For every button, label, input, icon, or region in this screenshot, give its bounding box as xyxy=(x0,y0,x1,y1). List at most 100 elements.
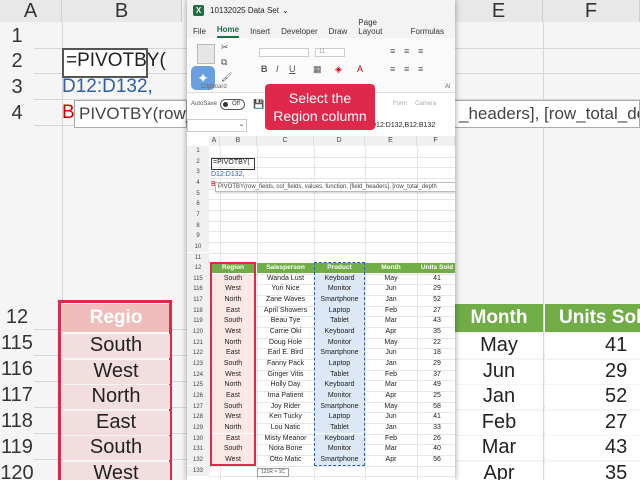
row-header[interactable]: 121 xyxy=(187,337,209,349)
product-cell[interactable]: Tablet xyxy=(314,369,365,381)
bold-icon[interactable]: B xyxy=(261,64,268,74)
table-header-cell[interactable]: Salesperson xyxy=(257,263,314,274)
product-cell[interactable]: Laptop xyxy=(314,412,365,423)
salesperson-cell[interactable]: Ima Patient xyxy=(257,391,314,402)
month-cell[interactable]: Jun xyxy=(365,284,417,295)
tab-formulas[interactable]: Formulas xyxy=(411,27,444,38)
align-right-icon[interactable]: ≡ xyxy=(418,64,423,74)
product-cell[interactable]: Smartphone xyxy=(314,295,365,306)
units-cell[interactable]: 33 xyxy=(417,423,455,434)
month-cell[interactable]: Feb xyxy=(365,434,417,445)
row-header[interactable]: 127 xyxy=(187,401,209,413)
month-cell[interactable]: Jan xyxy=(365,423,417,434)
font-name-box[interactable] xyxy=(259,48,309,57)
camera-button[interactable]: Camera xyxy=(415,101,436,107)
salesperson-cell[interactable]: Otto Matic xyxy=(257,455,314,466)
region-cell[interactable]: North xyxy=(211,422,255,434)
row-header[interactable]: 5 xyxy=(187,188,209,200)
month-cell[interactable]: Apr xyxy=(365,327,417,338)
format-painter-icon[interactable]: 🖌 xyxy=(221,72,232,83)
salesperson-cell[interactable]: Yuri Nice xyxy=(257,284,314,295)
month-cell[interactable]: Mar xyxy=(365,380,417,391)
region-cell[interactable]: East xyxy=(211,433,255,445)
month-cell[interactable]: Apr xyxy=(365,455,417,466)
underline-icon[interactable]: U xyxy=(289,64,296,74)
row-header[interactable]: 1 xyxy=(187,146,209,157)
salesperson-cell[interactable]: Holly Day xyxy=(257,380,314,391)
borders-icon[interactable]: ▦ xyxy=(313,64,322,75)
row-header[interactable]: 7 xyxy=(187,209,209,221)
product-cell[interactable]: Keyboard xyxy=(314,433,365,445)
align-middle-icon[interactable]: ≡ xyxy=(404,46,409,56)
salesperson-cell[interactable]: Zane Waves xyxy=(257,295,314,306)
italic-icon[interactable]: I xyxy=(276,64,279,74)
region-cell[interactable]: East xyxy=(211,305,255,317)
salesperson-cell[interactable]: Lou Natic xyxy=(257,423,314,434)
font-color-icon[interactable]: A xyxy=(357,64,363,74)
row-header[interactable]: 2 xyxy=(187,156,209,168)
column-header[interactable]: C xyxy=(257,136,314,146)
table-header-cell[interactable]: Region xyxy=(211,263,255,274)
product-cell[interactable]: Tablet xyxy=(314,316,365,327)
units-cell[interactable]: 27 xyxy=(417,306,455,317)
row-header[interactable]: 117 xyxy=(187,295,209,306)
units-cell[interactable]: 35 xyxy=(417,327,455,338)
region-cell[interactable]: South xyxy=(211,316,255,327)
salesperson-cell[interactable]: April Showers xyxy=(257,306,314,317)
product-cell[interactable]: Keyboard xyxy=(314,327,365,338)
units-cell[interactable]: 52 xyxy=(417,295,455,306)
column-header[interactable]: A xyxy=(209,136,220,146)
units-cell[interactable]: 37 xyxy=(417,370,455,381)
name-box[interactable] xyxy=(187,119,247,132)
product-cell[interactable]: Monitor xyxy=(314,444,365,455)
month-cell[interactable]: Jan xyxy=(365,359,417,370)
product-cell[interactable]: Monitor xyxy=(314,284,365,296)
row-header[interactable]: 124 xyxy=(187,369,209,381)
product-cell[interactable]: Monitor xyxy=(314,337,365,349)
units-cell[interactable]: 41 xyxy=(417,274,455,285)
form-button[interactable]: Form xyxy=(393,101,407,107)
tab-file[interactable]: File xyxy=(193,27,206,38)
title-chevron-icon[interactable]: ⌄ xyxy=(282,6,289,15)
product-cell[interactable]: Smartphone xyxy=(314,454,365,466)
salesperson-cell[interactable]: Ken Tucky xyxy=(257,412,314,423)
salesperson-cell[interactable]: Ginger Vitis xyxy=(257,370,314,381)
product-cell[interactable]: Keyboard xyxy=(314,273,365,285)
row-header[interactable]: 122 xyxy=(187,348,209,359)
copy-icon[interactable]: ⧉ xyxy=(221,57,227,68)
units-cell[interactable]: 29 xyxy=(417,284,455,295)
units-cell[interactable]: 22 xyxy=(417,338,455,349)
align-center-icon[interactable]: ≡ xyxy=(404,64,409,74)
month-cell[interactable]: May xyxy=(365,338,417,349)
region-cell[interactable]: West xyxy=(211,454,255,466)
row-header[interactable]: 120 xyxy=(187,327,209,338)
row-header[interactable]: 4 xyxy=(187,177,209,189)
region-cell[interactable]: East xyxy=(211,348,255,359)
salesperson-cell[interactable]: Nora Bone xyxy=(257,444,314,455)
month-cell[interactable]: May xyxy=(365,402,417,413)
row-header[interactable]: 119 xyxy=(187,316,209,328)
product-cell[interactable]: Laptop xyxy=(314,359,365,370)
month-cell[interactable]: Apr xyxy=(365,391,417,402)
month-cell[interactable]: Mar xyxy=(365,444,417,455)
row-header[interactable]: 126 xyxy=(187,390,209,402)
workbook-title[interactable]: 10132025 Data Set xyxy=(210,6,279,15)
region-cell[interactable]: West xyxy=(211,327,255,338)
salesperson-cell[interactable]: Misty Meanor xyxy=(257,434,314,445)
row-header[interactable]: 128 xyxy=(187,412,209,423)
formula-cell-line1[interactable]: =PIVOTBY( xyxy=(211,158,255,170)
units-cell[interactable]: 56 xyxy=(417,455,455,466)
units-cell[interactable]: 18 xyxy=(417,348,455,359)
salesperson-cell[interactable]: Joy Rider xyxy=(257,402,314,413)
region-cell[interactable]: North xyxy=(211,295,255,306)
units-cell[interactable]: 41 xyxy=(417,412,455,423)
row-header[interactable]: 116 xyxy=(187,284,209,296)
row-header[interactable]: 129 xyxy=(187,422,209,434)
row-header[interactable]: 8 xyxy=(187,220,209,232)
paste-icon[interactable] xyxy=(197,44,215,64)
align-bottom-icon[interactable]: ≡ xyxy=(418,46,423,56)
name-box-chevron-icon[interactable]: ⌄ xyxy=(239,121,244,128)
units-cell[interactable]: 43 xyxy=(417,316,455,327)
row-header[interactable]: 118 xyxy=(187,305,209,317)
row-header[interactable]: 115 xyxy=(187,273,209,285)
